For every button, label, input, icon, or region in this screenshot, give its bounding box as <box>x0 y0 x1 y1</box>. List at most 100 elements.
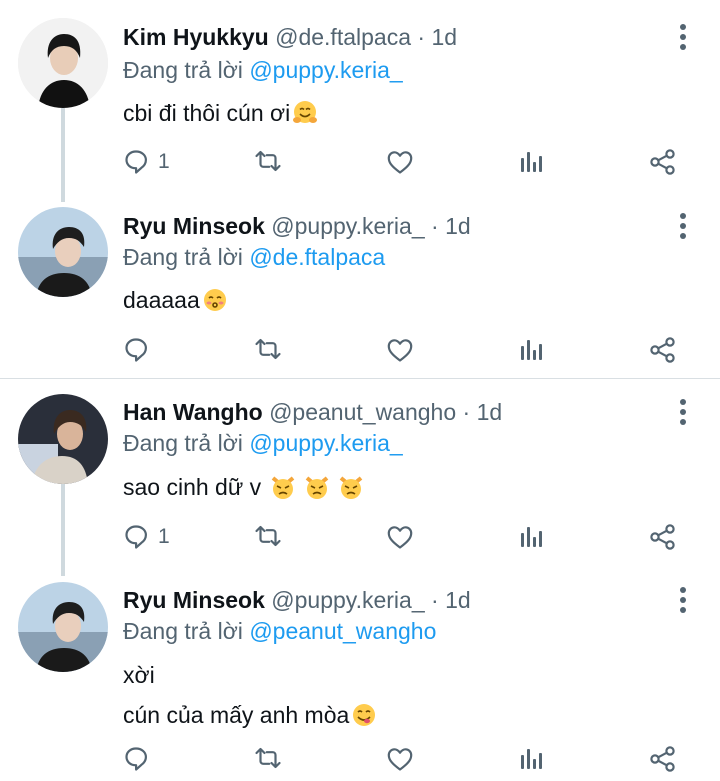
tweet-text: daaaaa <box>123 280 228 320</box>
reply-context: Đang trả lời @de.ftalpaca <box>123 242 385 272</box>
timestamp[interactable]: 1d <box>477 399 503 425</box>
share-button[interactable] <box>649 517 677 557</box>
like-icon <box>387 339 413 362</box>
reply-button[interactable]: 1 <box>124 142 170 182</box>
more-options-icon[interactable] <box>670 211 696 241</box>
retweet-button[interactable] <box>254 330 282 370</box>
separator-dot: · <box>462 399 471 425</box>
share-button[interactable] <box>649 142 677 182</box>
action-bar <box>0 739 720 779</box>
views-button[interactable] <box>518 739 546 779</box>
views-button[interactable] <box>518 517 546 557</box>
reply-icon <box>125 525 147 549</box>
share-icon <box>650 746 675 772</box>
author-handle[interactable]: @puppy.keria_ <box>271 213 424 239</box>
retweet-icon <box>255 747 281 769</box>
share-button[interactable] <box>649 739 677 779</box>
reply-prefix: Đang trả lời <box>123 618 250 644</box>
retweet-button[interactable] <box>254 517 282 557</box>
more-options-icon[interactable] <box>670 397 696 427</box>
share-icon <box>650 524 675 550</box>
retweet-button[interactable] <box>254 142 282 182</box>
views-button[interactable] <box>518 330 546 370</box>
like-button[interactable] <box>386 142 414 182</box>
reply-prefix: Đang trả lời <box>123 430 250 456</box>
author-name[interactable]: Han Wangho <box>123 399 263 425</box>
views-icon <box>521 340 542 360</box>
timestamp[interactable]: 1d <box>445 587 471 613</box>
reply-button[interactable]: 1 <box>124 517 170 557</box>
mention-link[interactable]: @puppy.keria_ <box>249 57 402 83</box>
tweet-text: xời cún của mấy anh mòa <box>123 655 377 735</box>
author-name[interactable]: Ryu Minseok <box>123 587 265 613</box>
separator-dot: · <box>417 24 426 50</box>
reply-button[interactable] <box>124 739 158 779</box>
views-icon <box>521 749 542 769</box>
tweet[interactable]: Ryu Minseok @puppy.keria_ · 1d Đang trả … <box>0 190 720 378</box>
tweet-line: cbi đi thôi cún ơi <box>123 100 291 126</box>
avatar[interactable] <box>18 207 108 297</box>
reply-icon <box>125 747 147 771</box>
reply-button[interactable] <box>124 330 158 370</box>
views-icon <box>521 152 542 172</box>
author-name[interactable]: Kim Hyukkyu <box>123 24 269 50</box>
retweet-icon <box>255 525 281 547</box>
pouting-cat-emoji <box>305 476 329 499</box>
like-button[interactable] <box>386 330 414 370</box>
avatar[interactable] <box>18 394 108 484</box>
share-button[interactable] <box>649 330 677 370</box>
tweet[interactable]: Han Wangho @peanut_wangho · 1d Đang trả … <box>0 379 720 567</box>
pouting-cat-emoji <box>271 476 294 499</box>
like-icon <box>387 748 413 771</box>
action-bar: 1 <box>0 142 720 182</box>
like-button[interactable] <box>386 517 414 557</box>
share-icon <box>650 337 675 363</box>
author-handle[interactable]: @peanut_wangho <box>269 399 456 425</box>
face-savoring-food-emoji <box>353 704 376 726</box>
share-icon <box>650 149 675 175</box>
reply-count: 1 <box>158 150 170 173</box>
tweet-text: sao cinh dữ v <box>123 467 364 507</box>
like-icon <box>387 151 413 174</box>
like-button[interactable] <box>386 739 414 779</box>
tweet[interactable]: Ryu Minseok @puppy.keria_ · 1d Đang trả … <box>0 567 720 781</box>
reply-prefix: Đang trả lời <box>123 244 250 270</box>
author-handle[interactable]: @de.ftalpaca <box>275 24 411 50</box>
author-name[interactable]: Ryu Minseok <box>123 213 265 239</box>
avatar[interactable] <box>18 582 108 672</box>
views-button[interactable] <box>518 142 546 182</box>
pouting-cat-emoji <box>340 476 363 499</box>
reply-context: Đang trả lời @peanut_wangho <box>123 616 436 646</box>
author-handle[interactable]: @puppy.keria_ <box>271 587 424 613</box>
like-icon <box>387 526 413 549</box>
mention-link[interactable]: @peanut_wangho <box>249 618 436 644</box>
tweet-line: cún của mấy anh mòa <box>123 702 350 728</box>
retweet-icon <box>255 338 281 360</box>
tweet-line: xời <box>123 662 155 688</box>
reply-context: Đang trả lời @puppy.keria_ <box>123 55 403 85</box>
tweet-text: cbi đi thôi cún ơi <box>123 93 318 133</box>
reply-icon <box>125 150 147 174</box>
reply-prefix: Đang trả lời <box>123 57 250 83</box>
retweet-icon <box>255 150 281 172</box>
action-bar: 1 <box>0 517 720 557</box>
hugging-face-emoji <box>293 101 318 123</box>
action-bar <box>0 330 720 370</box>
retweet-button[interactable] <box>254 739 282 779</box>
mention-link[interactable]: @de.ftalpaca <box>249 244 385 270</box>
mention-link[interactable]: @puppy.keria_ <box>249 430 402 456</box>
views-icon <box>521 527 542 547</box>
avatar[interactable] <box>18 18 108 108</box>
reply-icon <box>125 338 147 362</box>
more-options-icon[interactable] <box>670 22 696 52</box>
tweet-line: daaaaa <box>123 287 200 313</box>
separator-dot: · <box>431 587 439 613</box>
timestamp[interactable]: 1d <box>445 213 471 239</box>
kissing-face-emoji <box>203 289 226 311</box>
timestamp[interactable]: 1d <box>431 24 457 50</box>
reply-count: 1 <box>158 525 170 548</box>
tweet[interactable]: Kim Hyukkyu @de.ftalpaca · 1d Đang trả l… <box>0 0 720 190</box>
more-options-icon[interactable] <box>670 585 696 615</box>
separator-dot: · <box>431 213 439 239</box>
reply-context: Đang trả lời @puppy.keria_ <box>123 428 403 458</box>
